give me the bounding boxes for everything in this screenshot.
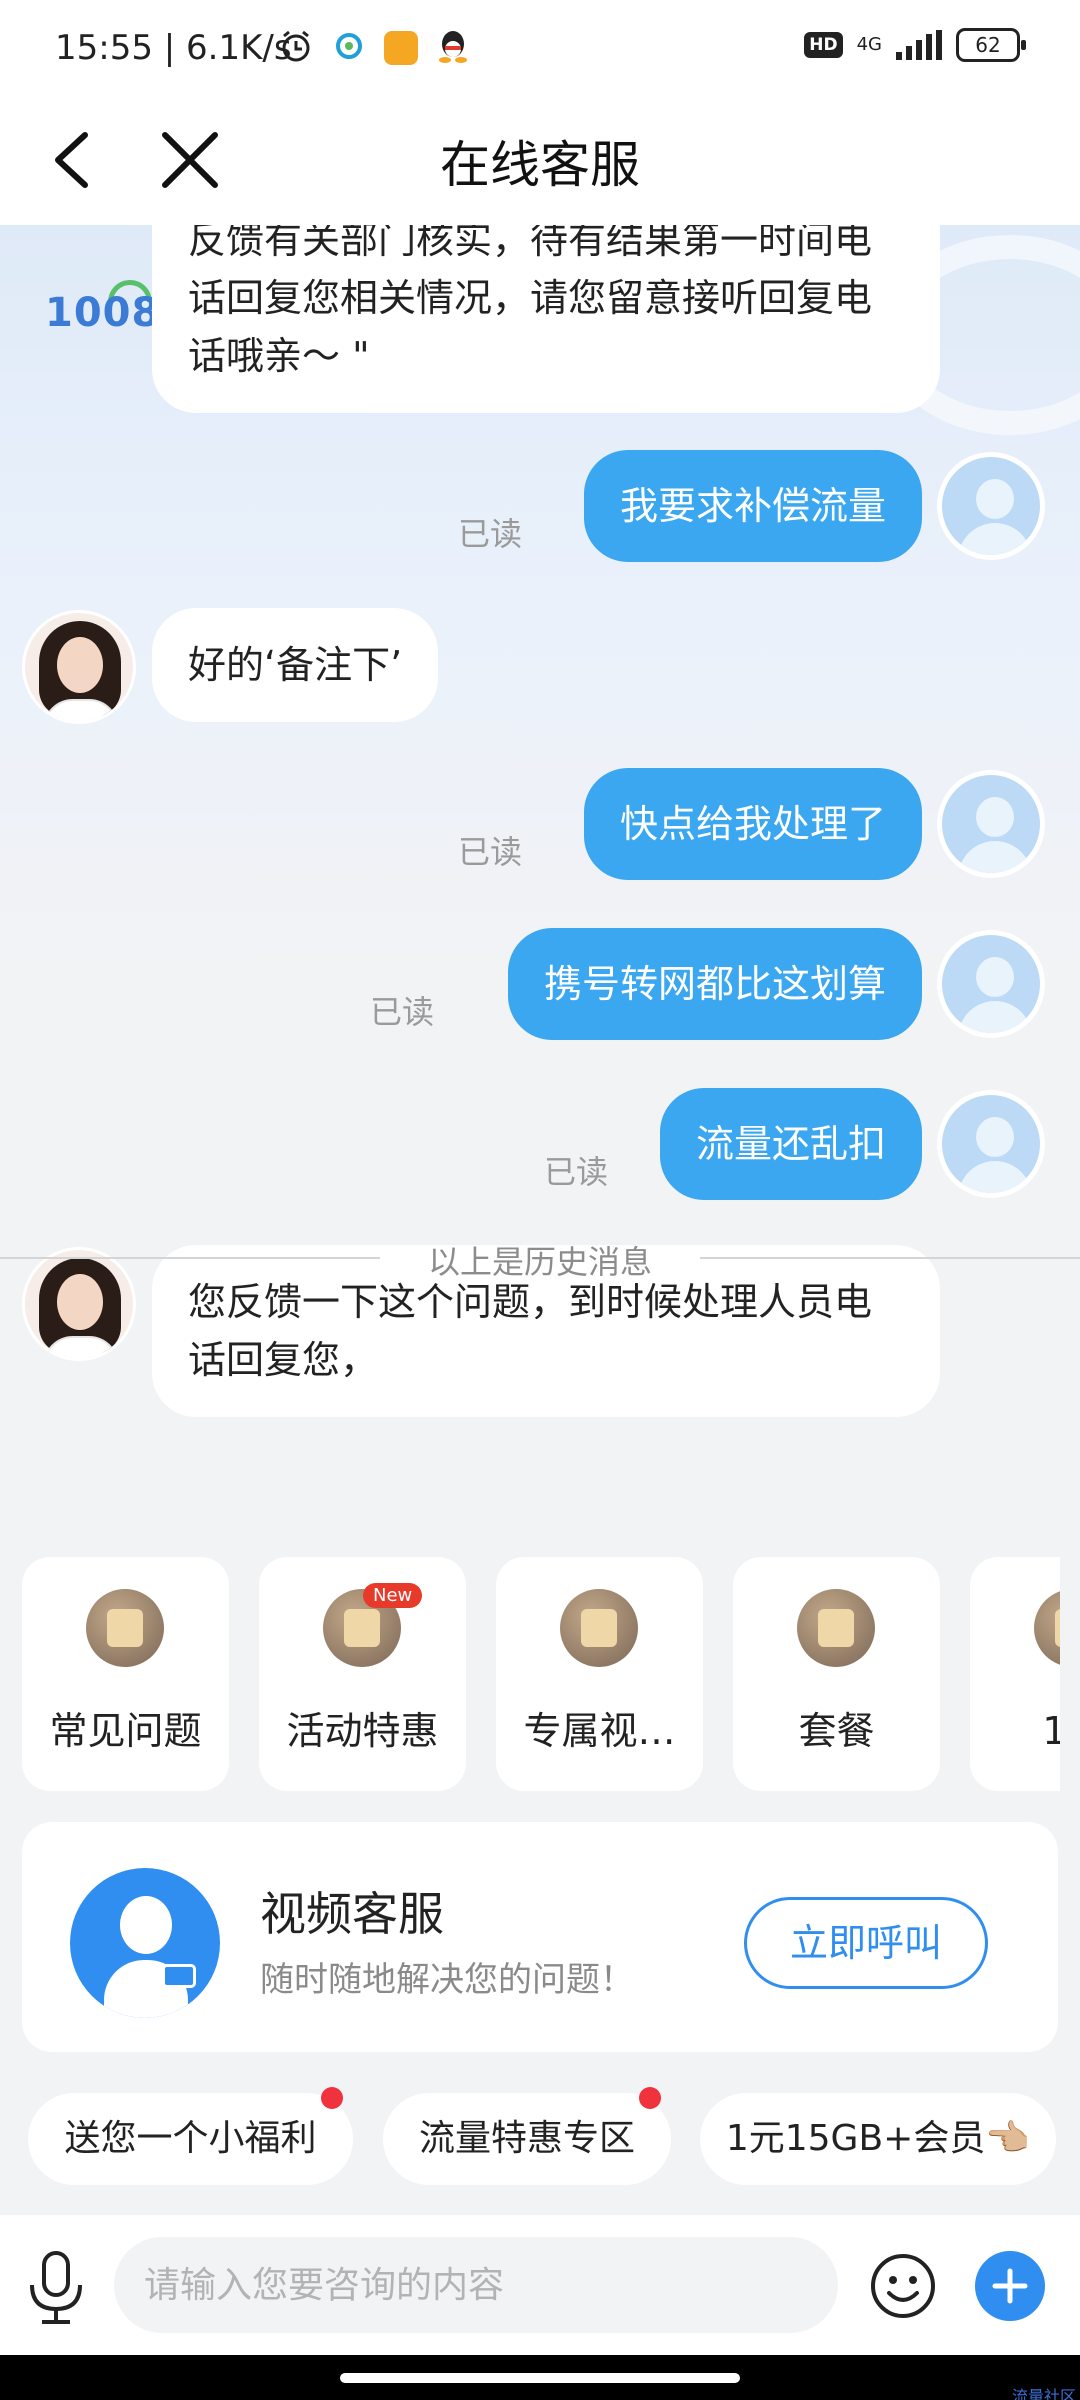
plus-icon (992, 2268, 1028, 2304)
tile-promotions[interactable]: New 活动特惠 (259, 1557, 466, 1791)
voice-button[interactable] (20, 2247, 92, 2327)
network-type: 4G (856, 34, 882, 55)
status-bar: 15:55 | 6.1K/s HD 4G 62 (0, 0, 1080, 95)
agent-message: 好的‘备注下’ (152, 608, 439, 722)
user-avatar (937, 1090, 1045, 1198)
notification-icons (278, 28, 470, 68)
read-status: 已读 (370, 993, 435, 1031)
status-time: 15:55 | 6.1K/s (55, 28, 292, 68)
alarm-icon (278, 28, 314, 68)
video-service-card: 视频客服 随时随地解决您的问题！ 立即呼叫 (22, 1822, 1058, 2052)
read-status: 已读 (544, 1153, 609, 1191)
read-status: 已读 (458, 515, 523, 553)
user-avatar (937, 452, 1045, 560)
chip-welfare[interactable]: 送您一个小福利 (28, 2087, 353, 2185)
signal-icon (896, 30, 942, 60)
user-avatar (937, 930, 1045, 1038)
emoji-button[interactable] (868, 2251, 938, 2321)
qq-icon (436, 28, 470, 68)
read-status: 已读 (458, 833, 523, 871)
agent-message: 反馈有关部门核实，待有结果第一时间电话回复您相关情况，请您留意接听回复电话哦亲～… (152, 225, 940, 413)
phone-plan-icon (797, 1589, 875, 1667)
crown-icon (560, 1589, 638, 1667)
user-message: 流量还乱扣 (659, 1088, 922, 1200)
system-indicators: HD 4G 62 (804, 28, 1026, 62)
hd-badge: HD (804, 32, 843, 58)
tile-plans[interactable]: 套餐 (733, 1557, 940, 1791)
chat-area[interactable]: 10086 反馈有关部门核实，待有结果第一时间电话回复您相关情况，请您留意接听回… (0, 225, 1080, 1470)
red-dot-badge (639, 2087, 661, 2109)
quick-menu: 常见问题 New 活动特惠 专属视… 套餐 1元 (0, 1557, 1060, 1793)
tile-faq[interactable]: 常见问题 (22, 1557, 229, 1791)
history-divider-label: 以上是历史消息 (427, 1243, 652, 1281)
chip-15gb-member[interactable]: 1元15GB+会员👈🏼 (700, 2093, 1056, 2185)
china-mobile-app-icon (332, 29, 366, 67)
red-dot-badge (321, 2087, 343, 2109)
call-now-button[interactable]: 立即呼叫 (744, 1897, 988, 1989)
user-message: 快点给我处理了 (583, 768, 922, 880)
video-service-title: 视频客服 (260, 1887, 444, 1941)
smiley-icon (871, 2254, 935, 2318)
microphone-icon (30, 2251, 82, 2324)
home-indicator[interactable] (340, 2373, 740, 2383)
chip-data-deals[interactable]: 流量特惠专区 (383, 2087, 671, 2185)
battery-icon: 62 (956, 28, 1026, 62)
tile-exclusive-video[interactable]: 专属视… (496, 1557, 703, 1791)
user-message: 携号转网都比这划算 (507, 928, 922, 1040)
page-title: 在线客服 (440, 136, 640, 194)
tile-one-yuan[interactable]: 1元 (970, 1557, 1060, 1791)
video-agent-icon (70, 1868, 220, 2018)
community-watermark: 流量社区 (1011, 2387, 1076, 2400)
system-nav-area: 流量社区 (0, 2355, 1080, 2400)
new-badge: New (363, 1583, 423, 1608)
input-bar (0, 2215, 1080, 2355)
history-divider: 以上是历史消息 (0, 1233, 1080, 1283)
user-avatar (937, 770, 1045, 878)
coin-icon (1034, 1589, 1060, 1667)
agent-avatar (22, 610, 136, 724)
video-service-subtitle: 随时随地解决您的问题！ (260, 1960, 634, 2000)
plus-button[interactable] (975, 2251, 1045, 2321)
faq-icon (86, 1589, 164, 1667)
message-input[interactable] (114, 2237, 838, 2333)
orange-app-icon (384, 31, 418, 65)
title-bar: 在线客服 (0, 95, 1080, 225)
user-message: 我要求补偿流量 (583, 450, 922, 562)
